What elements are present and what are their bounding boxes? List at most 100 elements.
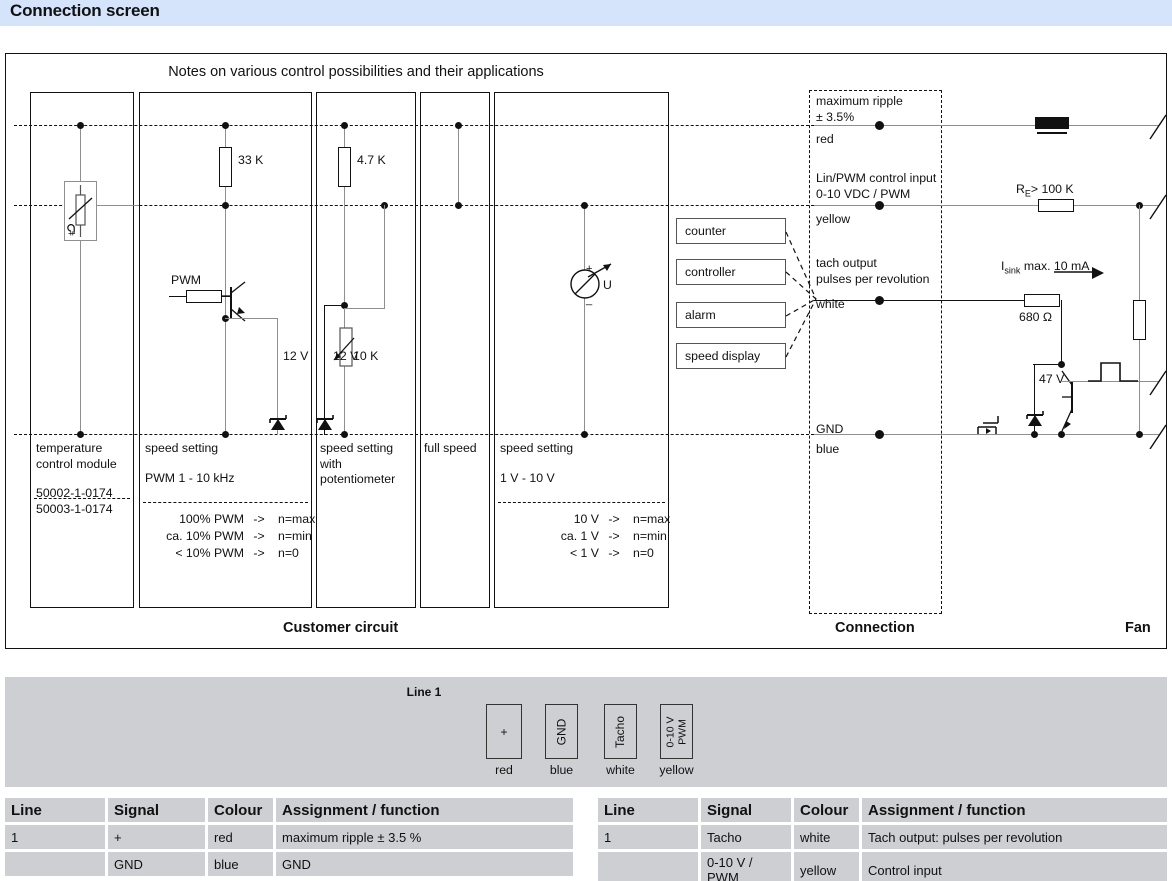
cell-signal: GND (108, 852, 205, 876)
tach-target-alarm[interactable]: alarm (676, 302, 786, 328)
connector-pin-pwm[interactable]: 0-10 V PWM (660, 704, 693, 759)
node-col2-top (222, 122, 229, 129)
col5-title: speed setting (500, 441, 574, 455)
svg-text:+: + (586, 263, 592, 275)
col1-title: temperature control module (36, 441, 117, 471)
col5-voltage-row: < 1 V -> n=0 (569, 546, 654, 560)
cell-line: 1 (598, 825, 698, 849)
column-box-full-speed (420, 92, 490, 608)
col2-divider (143, 502, 308, 503)
node-col2-mid (222, 202, 229, 209)
wire-pwm-input (169, 296, 187, 297)
tach-target-speed-display[interactable]: speed display (676, 343, 786, 369)
node-col3-bottom (341, 431, 348, 438)
zener-12v-col2-label: 12 V (283, 349, 309, 363)
zener-12v-col3-label: 12 V (333, 349, 359, 363)
col5-voltage-table: 10 V -> n=max ca. 1 V -> n=min < 1 V -> … (507, 511, 689, 562)
resistor-re (1038, 199, 1074, 212)
connector-pin-tacho-label: Tacho (613, 715, 628, 748)
tach-target-alarm-label: alarm (685, 308, 716, 322)
node-gnd-zener (1031, 431, 1038, 438)
connector-pin-plus[interactable]: + (486, 704, 522, 759)
polarity-block-icon (1035, 117, 1069, 129)
col2-pwm-row: < 10% PWM -> n=0 (175, 546, 299, 560)
resistor-33k-label: 33 K (238, 153, 264, 167)
wire-col5-vertical (584, 205, 585, 435)
node-col1-top (77, 122, 84, 129)
tach-target-counter-label: counter (685, 224, 727, 238)
tach-target-controller-label: controller (685, 265, 736, 279)
connector-pin-gnd-colour: blue (549, 763, 574, 777)
resistor-fan-internal (1133, 300, 1146, 340)
thermistor-icon: ǂ (67, 185, 93, 237)
cell-colour: yellow (794, 852, 859, 881)
wire-col1-to-yellow (97, 205, 139, 206)
table-row: GND blue GND (5, 852, 573, 876)
header-assignment: Assignment / function (862, 798, 1167, 822)
table-row: 1 Tacho white Tach output: pulses per re… (598, 825, 1167, 849)
node-connection-yellow (875, 201, 884, 210)
node-connection-white (875, 296, 884, 305)
fan-label: Fan (1125, 620, 1151, 636)
header-signal: Signal (701, 798, 791, 822)
connector-pin-gnd[interactable]: GND (545, 704, 578, 759)
column-box-temperature-control-module (30, 92, 134, 608)
connector-pin-tacho-colour: white (606, 763, 635, 777)
node-col3-top (341, 122, 348, 129)
diagram-caption: Notes on various control possibilities a… (168, 64, 544, 80)
cell-assignment: Tach output: pulses per revolution (862, 825, 1167, 849)
col5-voltage-row: ca. 1 V -> n=min (560, 529, 667, 543)
connector-pin-plus-colour: red (495, 763, 513, 777)
resistor-680-label: 680 Ω (1019, 310, 1053, 324)
col4-title: full speed (424, 441, 477, 455)
connection-label: Connection (835, 620, 915, 636)
voltage-source-icon: + _ (570, 263, 612, 306)
svg-text:_: _ (585, 294, 593, 306)
col5-voltage-row: 10 V -> n=max (573, 512, 671, 526)
wire-fan-yellow (814, 205, 1159, 206)
header-bar (0, 0, 1172, 26)
cell-colour: red (208, 825, 273, 849)
cell-signal: + (108, 825, 205, 849)
resistor-4k7 (338, 147, 351, 187)
col2-pwm-table: 100% PWM -> n=max ca. 10% PWM -> n=min <… (152, 511, 334, 562)
cell-signal: 0-10 V / PWM (701, 852, 791, 881)
cell-signal: Tacho (701, 825, 791, 849)
label-gnd-desc: GND (816, 422, 844, 436)
connection-zone-box (809, 90, 942, 614)
connector-pin-gnd-label: GND (554, 718, 569, 745)
resistor-33k (219, 147, 232, 187)
node-col5-bottom (581, 431, 588, 438)
signal-table-left: Line Signal Colour Assignment / function… (5, 798, 573, 876)
svg-text:ǂ: ǂ (67, 231, 77, 236)
col2-subtitle: PWM 1 - 10 kHz (145, 471, 235, 485)
mosfet-marker-icon (977, 416, 999, 434)
cell-colour: blue (208, 852, 273, 876)
isink-arrow-icon (1054, 267, 1104, 279)
node-gnd-fan-right (1136, 431, 1143, 438)
table-header-row: Line Signal Colour Assignment / function (5, 798, 573, 822)
connector-pin-tacho[interactable]: Tacho (604, 704, 637, 759)
resistor-pwm-input (186, 290, 222, 303)
header-colour: Colour (794, 798, 859, 822)
potentiometer-icon (333, 327, 355, 367)
col1-part-numbers: 50002-1-0174 50003-1-0174 (36, 486, 113, 516)
re-symbol: R (1016, 182, 1025, 196)
rail-gnd (14, 434, 814, 435)
col2-pwm-row: 100% PWM -> n=max (179, 512, 316, 526)
header-signal: Signal (108, 798, 205, 822)
voltage-source-label: U (603, 278, 612, 292)
signal-table-right: Line Signal Colour Assignment / function… (598, 798, 1167, 881)
wire-col2-collector-right (225, 318, 278, 319)
cell-colour: white (794, 825, 859, 849)
col5-divider (498, 502, 665, 503)
table-row: 1 + red maximum ripple ± 3.5 % (5, 825, 573, 849)
tach-target-speed-display-label: speed display (685, 349, 761, 363)
line1-label: Line 1 (406, 685, 442, 699)
tach-target-controller[interactable]: controller (676, 259, 786, 285)
node-tach-junction (1058, 361, 1065, 368)
header-line: Line (5, 798, 105, 822)
col5-subtitle: 1 V - 10 V (500, 471, 555, 485)
node-connection-gnd (875, 430, 884, 439)
tach-target-counter[interactable]: counter (676, 218, 786, 244)
